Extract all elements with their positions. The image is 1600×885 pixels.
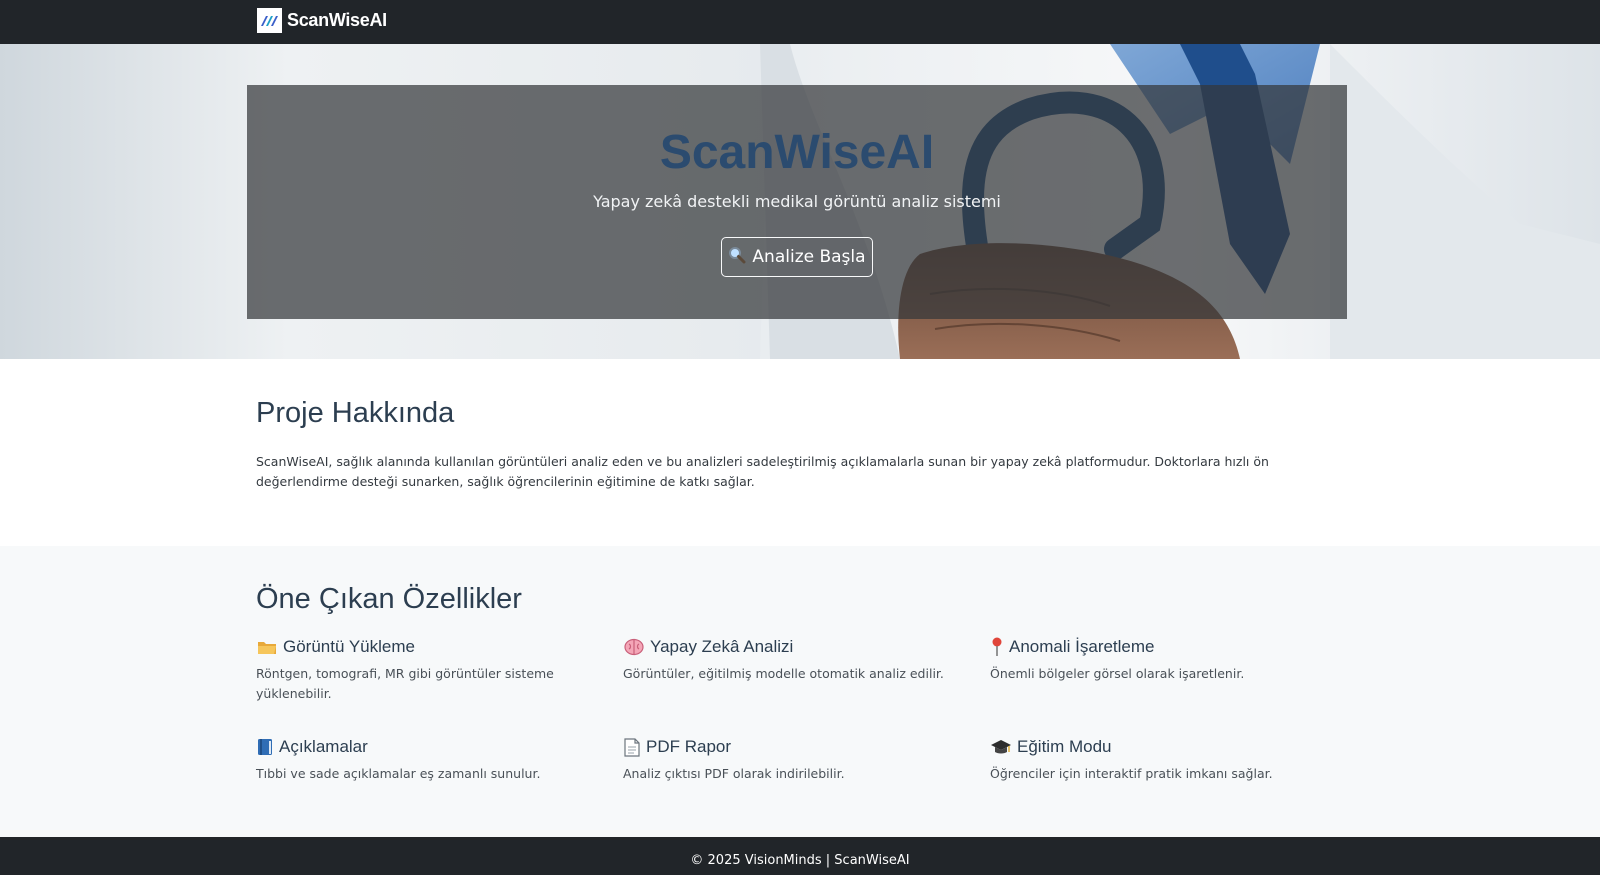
graduation-cap-icon	[990, 737, 1012, 757]
brand-link[interactable]: ScanWiseAI	[257, 8, 387, 33]
pin-icon	[990, 637, 1004, 657]
document-icon	[623, 737, 641, 757]
start-analysis-button[interactable]: Analize Başla	[721, 237, 873, 277]
about-section: Proje Hakkında ScanWiseAI, sağlık alanın…	[0, 359, 1600, 546]
footer-text: © 2025 VisionMinds | ScanWiseAI	[690, 853, 910, 868]
start-analysis-label: Analize Başla	[752, 247, 866, 267]
feature-desc: Tıbbi ve sade açıklamalar eş zamanlı sun…	[256, 766, 541, 781]
feature-desc: Önemli bölgeler görsel olarak işaretleni…	[990, 666, 1245, 681]
brand-name: ScanWiseAI	[287, 10, 387, 30]
book-icon	[256, 737, 274, 757]
feature-desc: Görüntüler, eğitilmiş modelle otomatik a…	[623, 666, 944, 681]
about-title: Proje Hakkında	[256, 397, 455, 429]
feature-ai-analysis: Yapay Zekâ Analizi Görüntüler, eğitilmiş…	[623, 636, 963, 684]
feature-title: PDF Rapor	[646, 737, 732, 756]
feature-education-mode: Eğitim Modu Öğrenciler için interaktif p…	[990, 736, 1330, 784]
footer: © 2025 VisionMinds | ScanWiseAI	[0, 837, 1600, 875]
feature-desc: Öğrenciler için interaktif pratik imkanı…	[990, 766, 1273, 781]
feature-desc: Röntgen, tomografi, MR gibi görüntüler s…	[256, 666, 554, 701]
feature-anomaly-marking: Anomali İşaretleme Önemli bölgeler görse…	[990, 636, 1330, 684]
navbar: ScanWiseAI	[0, 0, 1600, 44]
feature-title: Anomali İşaretleme	[1009, 637, 1155, 656]
brand-logo	[257, 8, 282, 33]
magnifier-icon	[728, 246, 746, 269]
features-title: Öne Çıkan Özellikler	[256, 583, 522, 615]
hero-overlay-box: ScanWiseAI Yapay zekâ destekli medikal g…	[247, 85, 1347, 319]
feature-explanations: Açıklamalar Tıbbi ve sade açıklamalar eş…	[256, 736, 596, 784]
folder-icon	[256, 637, 278, 657]
features-section: Öne Çıkan Özellikler Görüntü Yükleme Rön…	[0, 546, 1600, 837]
about-text: ScanWiseAI, sağlık alanında kullanılan g…	[256, 454, 1269, 489]
hero-section: ScanWiseAI Yapay zekâ destekli medikal g…	[0, 44, 1600, 359]
brain-icon	[623, 637, 645, 657]
hero-title: ScanWiseAI	[659, 126, 935, 179]
feature-image-upload: Görüntü Yükleme Röntgen, tomografi, MR g…	[256, 636, 596, 704]
hero-subtitle: Yapay zekâ destekli medikal görüntü anal…	[593, 192, 1001, 211]
feature-title: Açıklamalar	[279, 737, 368, 756]
feature-title: Yapay Zekâ Analizi	[650, 637, 794, 656]
feature-desc: Analiz çıktısı PDF olarak indirilebilir.	[623, 766, 845, 781]
feature-pdf-report: PDF Rapor Analiz çıktısı PDF olarak indi…	[623, 736, 963, 784]
feature-title: Görüntü Yükleme	[283, 637, 415, 656]
feature-title: Eğitim Modu	[1017, 737, 1112, 756]
